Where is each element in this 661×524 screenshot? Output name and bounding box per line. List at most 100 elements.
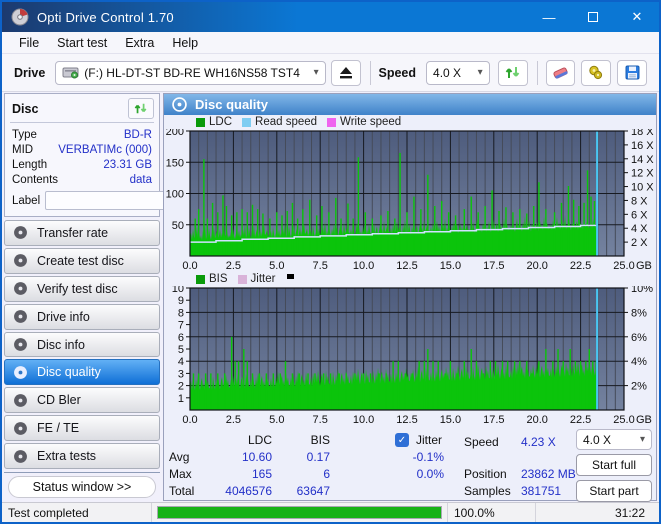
svg-text:1: 1 — [178, 393, 184, 405]
svg-text:0.0: 0.0 — [182, 414, 197, 426]
disc-icon — [13, 449, 28, 464]
max-jitter-value: 0.0% — [376, 467, 444, 481]
svg-text:10 X: 10 X — [631, 182, 654, 194]
svg-text:2%: 2% — [631, 381, 647, 393]
svg-text:14 X: 14 X — [631, 154, 654, 166]
svg-text:7: 7 — [178, 320, 184, 332]
disc-icon — [13, 253, 28, 268]
drive-select[interactable]: (F:) HL-DT-ST BD-RE WH16NS58 TST4 ▾ — [55, 61, 325, 85]
sidebar-item-disc-info[interactable]: Disc info — [4, 332, 160, 358]
speed-value: 4.0 X — [433, 66, 461, 80]
erase-disc-button[interactable] — [546, 60, 576, 86]
write-speed-legend-swatch — [327, 118, 336, 127]
progress-bar — [157, 506, 442, 519]
svg-text:4%: 4% — [631, 356, 647, 368]
svg-text:5.0: 5.0 — [269, 414, 284, 426]
disc-row-type: TypeBD-R — [10, 127, 154, 142]
menu-help[interactable]: Help — [163, 34, 207, 52]
disc-row-length: Length23.31 GB — [10, 157, 154, 172]
svg-text:2: 2 — [178, 381, 184, 393]
start-full-button[interactable]: Start full — [576, 454, 652, 476]
status-window-button[interactable]: Status window >> — [8, 476, 156, 498]
svg-text:8 X: 8 X — [631, 195, 648, 207]
svg-text:10.0: 10.0 — [353, 414, 374, 426]
max-bis-value: 6 — [262, 467, 330, 481]
bis-column-header: BIS — [262, 433, 330, 447]
read-speed-legend-swatch — [242, 118, 251, 127]
speed-stat-value: 4.23 X — [521, 435, 556, 449]
jitter-checkbox[interactable]: ✓ — [395, 433, 409, 447]
window-title: Opti Drive Control 1.70 — [37, 10, 174, 25]
start-part-button[interactable]: Start part — [576, 480, 652, 502]
chart2-legend: BIS Jitter — [164, 272, 656, 286]
disc-panel: Disc TypeBD-R MIDVERBATIMc (000) Lengt — [4, 93, 160, 217]
speed-label: Speed — [379, 66, 417, 80]
save-button[interactable] — [617, 60, 647, 86]
position-stat-value: 23862 MB — [521, 467, 576, 481]
total-bis-value: 63647 — [262, 484, 330, 498]
svg-text:16 X: 16 X — [631, 140, 654, 152]
refresh-button[interactable] — [498, 60, 528, 86]
elapsed-time: 31:22 — [536, 503, 659, 522]
eject-button[interactable] — [331, 60, 361, 86]
speed-select[interactable]: 4.0 X ▾ — [426, 61, 490, 85]
minimize-button[interactable]: — — [527, 2, 571, 32]
svg-text:3: 3 — [178, 368, 184, 380]
save-icon — [625, 65, 640, 80]
svg-text:7.5: 7.5 — [313, 260, 328, 272]
sidebar-item-drive-info[interactable]: Drive info — [4, 304, 160, 330]
sidebar-item-create-test-disc[interactable]: Create test disc — [4, 248, 160, 274]
menu-file[interactable]: File — [10, 34, 48, 52]
menu-extra[interactable]: Extra — [116, 34, 163, 52]
sidebar-item-fe-te[interactable]: FE / TE — [4, 415, 160, 441]
disc-row-mid: MIDVERBATIMc (000) — [10, 142, 154, 157]
svg-text:50: 50 — [172, 220, 184, 232]
svg-text:GB: GB — [636, 260, 652, 272]
svg-text:10: 10 — [172, 286, 184, 295]
jitter-legend-swatch — [238, 275, 247, 284]
disc-quality-panel: Disc quality LDC Read speed Write speed … — [163, 93, 657, 501]
samples-stat-value: 381751 — [521, 484, 561, 498]
svg-text:25.0: 25.0 — [613, 414, 634, 426]
svg-text:15.0: 15.0 — [440, 260, 461, 272]
bis-chart: 123456789102%4%6%8%10%0.02.55.07.510.012… — [164, 286, 658, 427]
svg-text:6%: 6% — [631, 332, 647, 344]
test-speed-select[interactable]: 4.0 X ▾ — [576, 429, 652, 450]
stats-panel: LDC BIS ✓ Jitter Avg 10.60 0.17 -0.1% Ma… — [164, 427, 656, 505]
svg-text:20.0: 20.0 — [526, 260, 547, 272]
refresh-icon — [134, 102, 148, 115]
ldc-chart: 501001502002 X4 X6 X8 X10 X12 X14 X16 X1… — [164, 129, 658, 272]
sidebar-item-transfer-rate[interactable]: Transfer rate — [4, 220, 160, 246]
progress-percent: 100.0% — [448, 503, 536, 522]
max-row-label: Max — [169, 467, 192, 481]
svg-text:9: 9 — [178, 295, 184, 307]
sidebar-item-disc-quality[interactable]: Disc quality — [4, 359, 160, 385]
sidebar-item-cd-bler[interactable]: CD Bler — [4, 387, 160, 413]
tools-button[interactable] — [581, 60, 611, 86]
panel-header: Disc quality — [164, 94, 656, 115]
svg-text:12.5: 12.5 — [396, 260, 417, 272]
drive-icon — [62, 65, 79, 80]
svg-text:4: 4 — [178, 356, 184, 368]
toolbar-separator — [537, 61, 538, 85]
samples-stat-label: Samples — [464, 484, 511, 498]
disc-refresh-button[interactable] — [128, 98, 154, 119]
svg-text:17.5: 17.5 — [483, 414, 504, 426]
avg-jitter-value: -0.1% — [376, 450, 444, 464]
disc-panel-title: Disc — [12, 102, 38, 116]
svg-text:12.5: 12.5 — [396, 414, 417, 426]
sidebar-footer — [4, 472, 160, 473]
panel-title: Disc quality — [195, 97, 268, 112]
menu-start-test[interactable]: Start test — [48, 34, 116, 52]
sidebar-item-extra-tests[interactable]: Extra tests — [4, 443, 160, 469]
disc-icon — [13, 337, 28, 352]
close-button[interactable]: ✕ — [615, 2, 659, 32]
sidebar-item-verify-test-disc[interactable]: Verify test disc — [4, 276, 160, 302]
chart1-legend: LDC Read speed Write speed — [164, 115, 656, 129]
maximize-button[interactable] — [571, 2, 615, 32]
svg-text:6: 6 — [178, 332, 184, 344]
chevron-down-icon: ▾ — [632, 434, 645, 445]
svg-text:5: 5 — [178, 344, 184, 356]
svg-text:5.0: 5.0 — [269, 260, 284, 272]
ldc-legend-swatch — [196, 118, 205, 127]
